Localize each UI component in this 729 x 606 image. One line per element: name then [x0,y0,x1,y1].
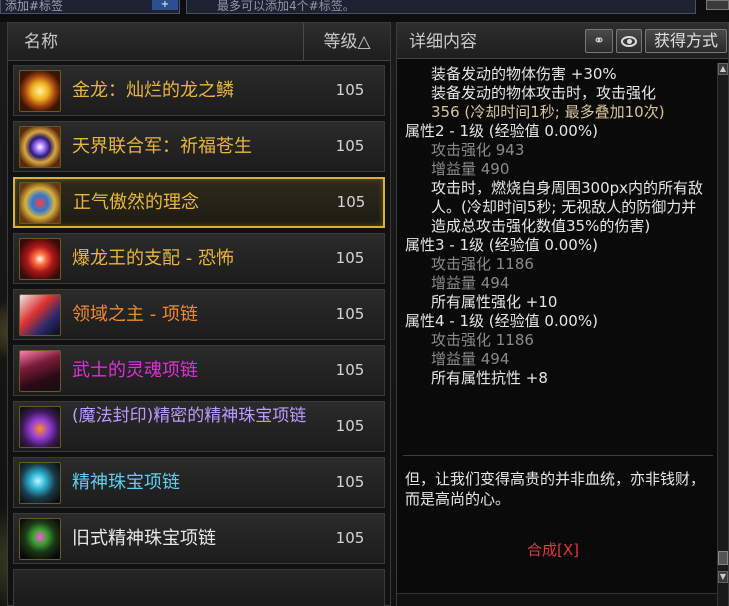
add-tag-button[interactable]: + [152,0,178,10]
item-level: 105 [335,529,365,547]
detail-scrollbar[interactable]: ▲ ▼ [717,63,728,606]
list-item[interactable]: (魔法封印)精密的精神珠宝项链 105 [13,401,385,452]
detail-line: 攻击强化 943 [431,141,525,159]
list-item[interactable]: 金龙：灿烂的龙之鳞 105 [13,65,385,116]
spirit-jewel-necklace-icon [19,462,61,504]
gold-dragon-scale-icon [19,70,61,112]
top-toolbar: 添加#标签 + 最多可以添加4个#标签。 [0,0,729,22]
item-name: 武士的灵魂项链 [72,360,198,381]
item-name: 领域之主 - 项链 [72,304,198,325]
detail-line: 356 (冷却时间1秒; 最多叠加10次) [431,103,665,121]
detail-bottom-strip [397,593,717,606]
detail-line: 装备发动的物体伤害 +30% [431,65,617,83]
item-name: 精神珠宝项链 [72,472,180,493]
item-level: 105 [336,193,366,211]
flavor-text: 但，让我们变得高贵的并非血统，亦非钱财，而是高尚的心。 [405,470,706,508]
detail-header: 详细内容 ⚭ 获得方式 [397,23,728,59]
item-name: 正气傲然的理念 [73,192,199,213]
item-name: 旧式精神珠宝项链 [72,528,216,549]
column-header-name[interactable]: 名称 [8,23,304,61]
list-item[interactable]: 天界联合军：祈福苍生 105 [13,121,385,172]
detail-line: 攻击强化 1186 [431,331,534,349]
detail-line: 攻击时，燃烧自身周围300px内的所有敌人。(冷却时间5秒; 无视敌人的防御力并… [431,179,704,235]
item-level: 105 [335,417,365,435]
item-level: 105 [335,81,365,99]
attribute-heading: 属性3 - 1级 (经验值 0.00%) [405,236,598,254]
detail-line: 所有属性抗性 +8 [431,369,548,387]
sealed-spirit-jewel-necklace-icon [19,406,61,448]
divider [403,455,713,456]
detail-line: 增益量 494 [431,350,510,368]
old-spirit-jewel-necklace-icon [19,518,61,560]
item-level: 105 [335,305,365,323]
attribute-heading: 属性4 - 1级 (经验值 0.00%) [405,312,598,330]
samurai-soul-necklace-icon [19,350,61,392]
eye-icon [617,30,641,52]
detail-line: 增益量 494 [431,274,510,292]
top-corner-button[interactable] [706,0,729,10]
detail-text: 装备发动的物体伤害 +30% 装备发动的物体攻击时，攻击强化 356 (冷却时间… [401,65,711,447]
tag-hint-input[interactable]: 最多可以添加4个#标签。 [186,0,696,14]
item-level: 105 [335,137,365,155]
list-item[interactable]: 旧式精神珠宝项链 105 [13,513,385,564]
list-item[interactable]: 领域之主 - 项链 105 [13,289,385,340]
item-level: 105 [335,361,365,379]
detail-line: 增益量 490 [431,160,510,178]
compare-button[interactable]: ⚭ [585,29,613,53]
item-name: 爆龙王的支配 - 恐怖 [72,248,234,269]
list-item[interactable]: 爆龙王的支配 - 恐怖 105 [13,233,385,284]
list-item[interactable]: 武士的灵魂项链 105 [13,345,385,396]
item-level: 105 [335,249,365,267]
list-header: 名称 等级△ [8,23,390,61]
detail-title: 详细内容 [409,32,477,52]
list-item[interactable]: 精神珠宝项链 105 [13,457,385,508]
item-name: (魔法封印)精密的精神珠宝项链 [72,406,307,426]
detail-line: 攻击强化 1186 [431,255,534,273]
item-list-panel: 名称 等级△ 金龙：灿烂的龙之鳞 105 天界联合军：祈福苍生 105 正气傲然… [7,22,391,606]
obtain-method-button[interactable]: 获得方式 [645,29,727,53]
item-name: 金龙：灿烂的龙之鳞 [72,80,234,101]
list-item-empty[interactable] [13,569,385,606]
item-name: 天界联合军：祈福苍生 [72,136,252,157]
item-level: 105 [335,473,365,491]
scroll-thumb[interactable] [718,551,728,565]
scroll-up-icon[interactable]: ▲ [718,63,728,75]
detail-panel: 详细内容 ⚭ 获得方式 装备发动的物体伤害 +30% 装备发动的物体攻击时，攻击… [396,22,729,606]
craft-link[interactable]: 合成[X] [527,540,579,560]
sky-alliance-icon [19,126,61,168]
column-header-level-sort[interactable]: 等级△ [304,23,390,61]
scroll-down-icon[interactable]: ▼ [718,571,728,583]
view-button[interactable] [616,29,642,53]
righteous-spirit-icon [19,182,61,224]
list-item-selected[interactable]: 正气傲然的理念 105 [13,177,385,228]
attribute-heading: 属性2 - 1级 (经验值 0.00%) [405,122,598,140]
domain-lord-necklace-icon [19,294,61,336]
compare-icon: ⚭ [593,33,605,49]
detail-line: 所有属性强化 +10 [431,293,558,311]
dragon-king-icon [19,238,61,280]
detail-line: 装备发动的物体攻击时，攻击强化 [431,84,657,102]
